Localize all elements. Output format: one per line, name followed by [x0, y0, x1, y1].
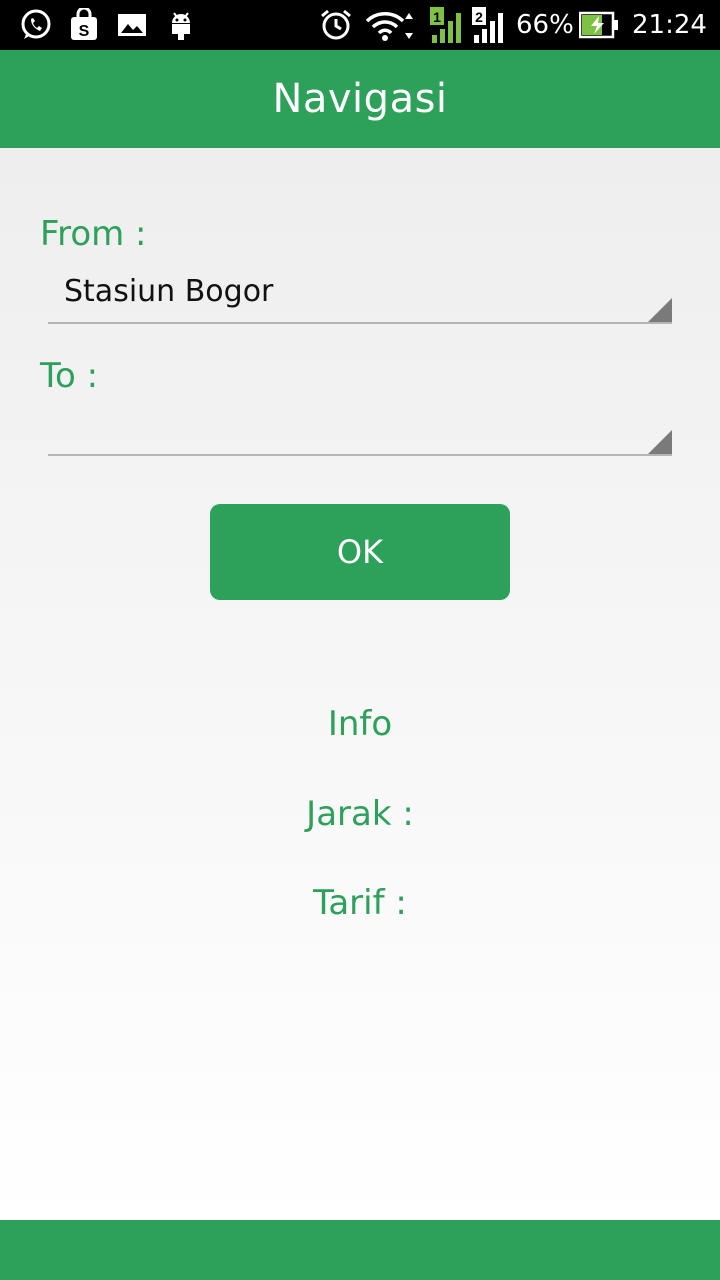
signal-icon: 2	[470, 7, 508, 43]
from-spinner-value: Stasiun Bogor	[64, 274, 274, 309]
to-label: To :	[40, 356, 99, 396]
to-spinner[interactable]	[48, 400, 672, 456]
gallery-icon	[116, 7, 148, 43]
distance-label: Jarak :	[306, 794, 414, 834]
info-heading: Info	[327, 704, 393, 744]
dropdown-arrow-icon	[648, 430, 672, 454]
alarm-icon	[318, 7, 354, 43]
sim1-label: 1	[433, 9, 441, 25]
battery-percent: 66%	[516, 10, 574, 40]
wifi-icon	[364, 7, 420, 43]
fare-label: Tarif :	[313, 883, 407, 923]
signal-icon: 1	[428, 7, 466, 43]
shopping-bag-icon: S	[68, 7, 100, 43]
status-bar: S 1 2 66% 21:24	[0, 0, 720, 50]
svg-text:S: S	[79, 23, 90, 40]
page-title: Navigasi	[272, 76, 448, 122]
clock: 21:24	[632, 10, 707, 40]
android-icon	[166, 7, 196, 43]
battery-charging-icon	[578, 7, 620, 43]
main-content: From : Stasiun Bogor To : OK Info Jarak …	[0, 148, 720, 1220]
bottom-bar	[0, 1220, 720, 1280]
sim2-label: 2	[475, 9, 483, 25]
ok-button[interactable]: OK	[210, 504, 510, 600]
dropdown-arrow-icon	[648, 298, 672, 322]
whatsapp-icon	[18, 7, 54, 43]
from-spinner[interactable]: Stasiun Bogor	[48, 268, 672, 324]
app-bar: Navigasi	[0, 50, 720, 148]
from-label: From :	[40, 214, 147, 254]
